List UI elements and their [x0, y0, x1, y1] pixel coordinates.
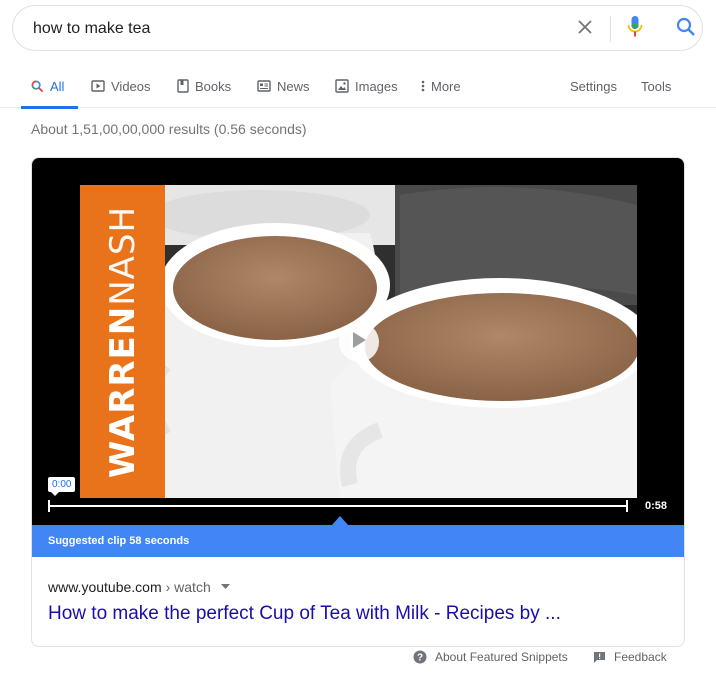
- mic-icon: [627, 15, 643, 44]
- suggested-clip-bar[interactable]: Suggested clip 58 seconds: [32, 525, 684, 557]
- result-title-link[interactable]: How to make the perfect Cup of Tea with …: [48, 603, 561, 625]
- tab-all[interactable]: All: [21, 64, 78, 109]
- play-button[interactable]: [339, 322, 379, 362]
- result-stats: About 1,51,00,00,000 results (0.56 secon…: [31, 121, 307, 137]
- more-vert-icon: [421, 80, 425, 92]
- settings-link[interactable]: Settings: [570, 64, 617, 108]
- search-input[interactable]: how to make tea: [33, 19, 150, 39]
- tab-label: News: [277, 78, 310, 94]
- clip-pointer: [332, 516, 348, 525]
- search-icon: [31, 80, 44, 93]
- result-domain: www.youtube.com: [48, 579, 162, 595]
- tab-news[interactable]: News: [257, 64, 310, 108]
- voice-search-button[interactable]: [623, 15, 647, 44]
- tab-images[interactable]: Images: [335, 64, 398, 108]
- search-button[interactable]: [673, 17, 699, 41]
- divider: [610, 16, 611, 42]
- help-icon: ?: [413, 650, 427, 664]
- tab-label: Images: [355, 78, 398, 94]
- close-icon: [577, 19, 593, 40]
- tab-label: Videos: [111, 78, 151, 94]
- scrubber-end-tick: [626, 500, 628, 512]
- search-tabs: All Videos Books News Images More Settin…: [0, 64, 716, 109]
- image-icon: [335, 79, 349, 93]
- feedback-link[interactable]: Feedback: [593, 650, 667, 664]
- tab-label: More: [431, 78, 461, 94]
- feedback-label: Feedback: [614, 650, 667, 664]
- chevron-down-icon[interactable]: [220, 584, 230, 590]
- tab-label: All: [50, 78, 65, 94]
- video-duration: 0:58: [645, 500, 668, 512]
- video-icon: [91, 79, 105, 93]
- about-featured-snippets-link[interactable]: ? About Featured Snippets: [413, 650, 568, 664]
- news-icon: [257, 80, 271, 92]
- scrubber-start-tick: [48, 500, 50, 512]
- tab-more[interactable]: More: [421, 64, 461, 108]
- current-time: 0:00: [48, 477, 76, 496]
- tab-label: Books: [195, 78, 232, 94]
- book-icon: [177, 79, 189, 93]
- tab-books[interactable]: Books: [177, 64, 231, 108]
- tools-link[interactable]: Tools: [641, 64, 671, 108]
- result-path: › watch: [165, 579, 211, 595]
- brand-logo: WARRENNASH: [103, 205, 143, 479]
- video-player[interactable]: WARRENNASH 0:00 0:58: [32, 158, 684, 525]
- featured-snippet-card: WARRENNASH 0:00 0:58 Suggested clip 58 s…: [31, 157, 685, 647]
- clear-button[interactable]: [573, 17, 597, 41]
- search-bar: how to make tea: [12, 5, 703, 51]
- play-icon: [351, 331, 367, 354]
- about-label: About Featured Snippets: [435, 650, 568, 664]
- tab-videos[interactable]: Videos: [91, 64, 151, 108]
- video-scrubber[interactable]: [48, 500, 628, 512]
- result-url: www.youtube.com › watch: [48, 579, 230, 595]
- feedback-icon: [593, 651, 606, 664]
- svg-text:?: ?: [417, 653, 423, 664]
- search-icon: [676, 17, 696, 42]
